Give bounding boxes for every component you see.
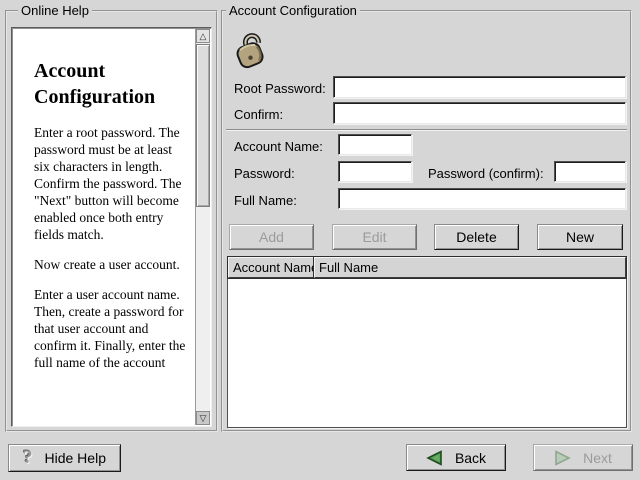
next-arrow-icon <box>554 450 571 466</box>
scroll-down-icon[interactable]: ▽ <box>196 411 210 425</box>
account-configuration-frame-label: Account Configuration <box>226 3 360 19</box>
accounts-table-header: Account Name Full Name <box>228 257 626 278</box>
next-button[interactable]: Next <box>533 444 633 471</box>
help-scrollbar[interactable]: △ ▽ <box>195 29 210 425</box>
back-label: Back <box>455 450 486 466</box>
scroll-up-icon[interactable]: △ <box>196 29 210 43</box>
next-label: Next <box>583 450 612 466</box>
section-divider <box>226 129 627 131</box>
hide-help-button[interactable]: ? Hide Help <box>8 444 121 472</box>
edit-button[interactable]: Edit <box>332 224 417 250</box>
help-paragraph: Enter a user account name. Then, create … <box>34 286 189 371</box>
root-password-label: Root Password: <box>234 81 326 97</box>
help-paragraph: Now create a user account. <box>34 256 189 273</box>
full-name-input[interactable] <box>338 188 626 209</box>
question-mark-icon: ? <box>23 449 33 467</box>
new-button[interactable]: New <box>537 224 623 250</box>
confirm-label: Confirm: <box>234 107 283 123</box>
password-confirm-input[interactable] <box>554 161 626 182</box>
back-arrow-icon <box>426 450 443 466</box>
accounts-table[interactable]: Account Name Full Name <box>227 256 627 428</box>
accounts-table-body[interactable] <box>228 278 626 427</box>
full-name-label: Full Name: <box>234 193 297 209</box>
delete-button[interactable]: Delete <box>434 224 519 250</box>
password-label: Password: <box>234 166 295 182</box>
password-input[interactable] <box>338 161 412 182</box>
column-header-account-name[interactable]: Account Name <box>228 257 314 278</box>
password-confirm-label: Password (confirm): <box>428 166 544 182</box>
root-password-input[interactable] <box>333 76 626 98</box>
add-button[interactable]: Add <box>229 224 314 250</box>
help-viewport: Account Configuration Enter a root passw… <box>11 27 212 427</box>
account-name-label: Account Name: <box>234 139 323 155</box>
confirm-password-input[interactable] <box>333 102 626 124</box>
account-name-input[interactable] <box>338 134 412 155</box>
help-title: Account Configuration <box>34 58 189 110</box>
account-configuration-frame: Account Configuration Root Password: Con… <box>221 10 632 432</box>
back-button[interactable]: Back <box>406 444 506 471</box>
online-help-frame-label: Online Help <box>18 3 92 19</box>
hide-help-label: Hide Help <box>45 450 106 466</box>
help-paragraph: Enter a root password. The password must… <box>34 124 189 243</box>
online-help-frame: Online Help Account Configuration Enter … <box>5 10 218 432</box>
scrollbar-thumb[interactable] <box>196 44 210 207</box>
padlock-icon <box>230 32 268 72</box>
help-text: Account Configuration Enter a root passw… <box>12 28 195 426</box>
column-header-full-name[interactable]: Full Name <box>314 257 626 278</box>
